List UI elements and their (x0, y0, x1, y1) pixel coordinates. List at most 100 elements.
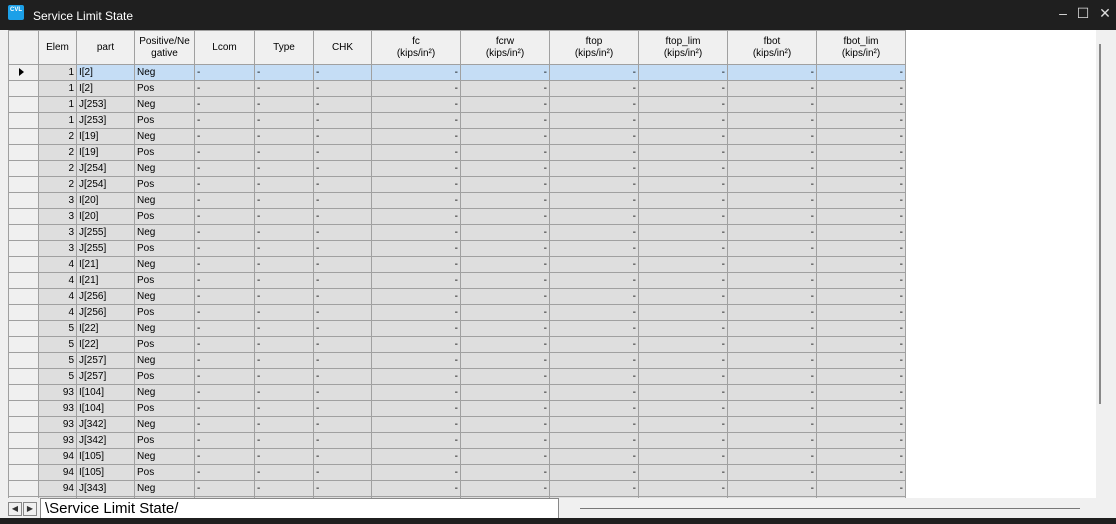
cell-part[interactable]: I[104] (76, 400, 135, 417)
table-row[interactable]: 4 J[256] Neg - - - - - - - - - (8, 288, 906, 305)
cell-fbot[interactable]: - (727, 80, 817, 97)
cell-elem[interactable]: 5 (38, 352, 77, 369)
cell-fc[interactable]: - (371, 128, 461, 145)
table-row[interactable]: 94 J[343] Neg - - - - - - - - - (8, 480, 906, 497)
cell-chk[interactable]: - (313, 432, 372, 449)
cell-elem[interactable]: 5 (38, 336, 77, 353)
cell-ftop_lim[interactable]: - (638, 400, 728, 417)
row-header[interactable] (8, 336, 39, 353)
cell-chk[interactable]: - (313, 240, 372, 257)
cell-ftop[interactable]: - (549, 160, 639, 177)
row-header[interactable] (8, 352, 39, 369)
row-header[interactable] (8, 224, 39, 241)
cell-type[interactable]: - (254, 160, 314, 177)
cell-posneg[interactable]: Pos (134, 304, 195, 321)
row-header[interactable] (8, 256, 39, 273)
cell-fbot_lim[interactable]: - (816, 224, 906, 241)
column-header-elem[interactable]: Elem (38, 30, 77, 65)
cell-fcrw[interactable]: - (460, 432, 550, 449)
cell-fbot_lim[interactable]: - (816, 240, 906, 257)
cell-fbot[interactable]: - (727, 368, 817, 385)
cell-chk[interactable]: - (313, 176, 372, 193)
cell-lcom[interactable]: - (194, 304, 255, 321)
cell-ftop[interactable]: - (549, 256, 639, 273)
cell-chk[interactable]: - (313, 80, 372, 97)
cell-type[interactable]: - (254, 448, 314, 465)
cell-lcom[interactable]: - (194, 480, 255, 497)
cell-lcom[interactable]: - (194, 400, 255, 417)
cell-elem[interactable]: 1 (38, 96, 77, 113)
cell-elem[interactable]: 3 (38, 240, 77, 257)
cell-fc[interactable]: - (371, 448, 461, 465)
table-row[interactable]: 3 J[255] Pos - - - - - - - - - (8, 240, 906, 257)
cell-fc[interactable]: - (371, 368, 461, 385)
horizontal-scrollbar[interactable] (580, 508, 1080, 509)
cell-elem[interactable]: 3 (38, 192, 77, 209)
cell-ftop[interactable]: - (549, 64, 639, 81)
cell-part[interactable]: I[2] (76, 64, 135, 81)
cell-ftop_lim[interactable]: - (638, 80, 728, 97)
column-header-ftop_lim[interactable]: ftop_lim (kips/in²) (638, 30, 728, 65)
cell-ftop_lim[interactable]: - (638, 144, 728, 161)
cell-ftop[interactable]: - (549, 432, 639, 449)
cell-ftop_lim[interactable]: - (638, 416, 728, 433)
table-row[interactable]: 4 J[256] Pos - - - - - - - - - (8, 304, 906, 321)
cell-fc[interactable]: - (371, 320, 461, 337)
cell-elem[interactable]: 94 (38, 448, 77, 465)
cell-fc[interactable]: - (371, 240, 461, 257)
cell-ftop_lim[interactable]: - (638, 320, 728, 337)
row-header[interactable] (8, 384, 39, 401)
cell-lcom[interactable]: - (194, 96, 255, 113)
cell-fc[interactable]: - (371, 416, 461, 433)
row-header[interactable] (8, 288, 39, 305)
cell-lcom[interactable]: - (194, 128, 255, 145)
table-row[interactable]: 2 J[254] Neg - - - - - - - - - (8, 160, 906, 177)
cell-fcrw[interactable]: - (460, 224, 550, 241)
table-row[interactable]: 3 J[255] Neg - - - - - - - - - (8, 224, 906, 241)
cell-ftop[interactable]: - (549, 304, 639, 321)
row-header[interactable] (8, 96, 39, 113)
cell-fbot_lim[interactable]: - (816, 192, 906, 209)
cell-chk[interactable]: - (313, 272, 372, 289)
cell-part[interactable]: I[20] (76, 208, 135, 225)
cell-fbot_lim[interactable]: - (816, 128, 906, 145)
column-header-part[interactable]: part (76, 30, 135, 65)
cell-ftop[interactable]: - (549, 192, 639, 209)
cell-ftop_lim[interactable]: - (638, 272, 728, 289)
cell-ftop[interactable]: - (549, 224, 639, 241)
cell-type[interactable]: - (254, 368, 314, 385)
cell-fbot_lim[interactable]: - (816, 368, 906, 385)
cell-fc[interactable]: - (371, 384, 461, 401)
cell-lcom[interactable]: - (194, 336, 255, 353)
cell-fcrw[interactable]: - (460, 480, 550, 497)
cell-fcrw[interactable]: - (460, 192, 550, 209)
cell-lcom[interactable]: - (194, 384, 255, 401)
cell-posneg[interactable]: Pos (134, 432, 195, 449)
cell-part[interactable]: J[342] (76, 432, 135, 449)
cell-posneg[interactable]: Pos (134, 368, 195, 385)
table-row[interactable]: 1 I[2] Neg - - - - - - - - - (8, 64, 906, 81)
cell-posneg[interactable]: Neg (134, 320, 195, 337)
cell-type[interactable]: - (254, 128, 314, 145)
cell-type[interactable]: - (254, 272, 314, 289)
cell-fbot_lim[interactable]: - (816, 480, 906, 497)
table-row[interactable]: 2 I[19] Pos - - - - - - - - - (8, 144, 906, 161)
cell-fcrw[interactable]: - (460, 384, 550, 401)
column-header-type[interactable]: Type (254, 30, 314, 65)
cell-chk[interactable]: - (313, 384, 372, 401)
cell-type[interactable]: - (254, 240, 314, 257)
cell-type[interactable]: - (254, 80, 314, 97)
cell-chk[interactable]: - (313, 416, 372, 433)
cell-fbot[interactable]: - (727, 288, 817, 305)
cell-posneg[interactable]: Neg (134, 64, 195, 81)
cell-fc[interactable]: - (371, 96, 461, 113)
cell-fbot[interactable]: - (727, 464, 817, 481)
cell-elem[interactable]: 94 (38, 464, 77, 481)
row-header[interactable] (8, 432, 39, 449)
cell-type[interactable]: - (254, 480, 314, 497)
cell-fbot[interactable]: - (727, 176, 817, 193)
cell-fbot_lim[interactable]: - (816, 464, 906, 481)
cell-ftop_lim[interactable]: - (638, 160, 728, 177)
vertical-scrollbar[interactable] (1096, 30, 1108, 498)
cell-part[interactable]: I[22] (76, 336, 135, 353)
